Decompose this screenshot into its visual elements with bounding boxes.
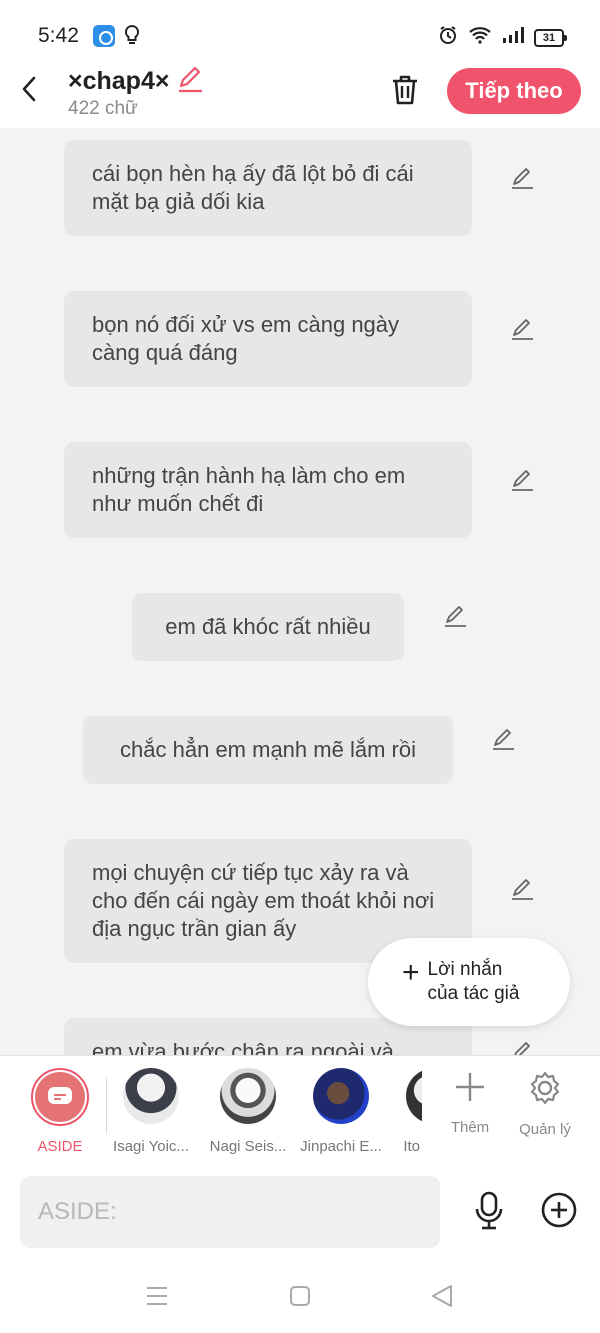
character-name: Jinpachi E...	[300, 1138, 382, 1155]
aside-avatar-ring	[31, 1068, 89, 1126]
message-bubble[interactable]: chắc hẳn em mạnh mẽ lắm rồi	[83, 716, 453, 784]
message-bubble[interactable]: em đã khóc rất nhiều	[132, 593, 404, 661]
home-square-icon	[290, 1286, 310, 1306]
edit-message-icon[interactable]	[508, 164, 536, 192]
avatar	[406, 1068, 422, 1124]
status-bar: 5:42 31	[0, 0, 600, 60]
edit-message-icon[interactable]	[508, 315, 536, 343]
bulb-icon	[124, 24, 140, 51]
message-input[interactable]	[20, 1176, 440, 1248]
microphone-icon	[475, 1191, 503, 1230]
back-triangle-icon	[432, 1285, 452, 1307]
add-attachment-button[interactable]	[540, 1191, 578, 1229]
status-icons: 31	[438, 25, 567, 50]
back-button[interactable]	[14, 72, 44, 106]
alarm-icon	[438, 25, 458, 50]
character-bar: ASIDE Isagi Yoic... Nagi Seis... Jinpach…	[0, 1055, 600, 1165]
status-time: 5:42	[38, 24, 79, 47]
add-character-button[interactable]: Thêm	[435, 1070, 505, 1136]
edit-message-icon[interactable]	[489, 725, 517, 753]
signal-icon	[502, 26, 524, 49]
edit-message-icon[interactable]	[441, 602, 469, 630]
menu-nav-button[interactable]	[144, 1283, 170, 1309]
edit-title-icon[interactable]	[175, 64, 205, 99]
manage-characters-button[interactable]: Quản lý	[510, 1070, 580, 1138]
back-arrow-icon	[22, 76, 36, 102]
author-note-button[interactable]: + Lời nhắn của tác giả	[368, 938, 570, 1026]
message-bubble[interactable]: bọn nó đối xử vs em càng ngày càng quá đ…	[64, 291, 472, 387]
message-bubble[interactable]: những trận hành hạ làm cho em như muốn c…	[64, 442, 472, 538]
avatar	[123, 1068, 179, 1124]
chapter-title: ×chap4×	[68, 67, 170, 95]
system-nav-bar	[0, 1257, 600, 1333]
character-name: Nagi Seis...	[209, 1138, 287, 1155]
chat-bubble-icon	[48, 1087, 72, 1104]
gear-icon	[530, 1071, 560, 1105]
character-jinpachi[interactable]: Jinpachi E...	[296, 1068, 386, 1155]
edit-message-icon[interactable]	[508, 466, 536, 494]
title-row: ×chap4×	[68, 64, 205, 99]
avatar	[313, 1068, 369, 1124]
plus-icon	[456, 1073, 484, 1101]
circle-plus-icon	[541, 1192, 577, 1228]
author-note-label: Lời nhắn của tác giả	[427, 959, 520, 1004]
character-isagi[interactable]: Isagi Yoic...	[106, 1068, 196, 1155]
add-label: Thêm	[450, 1119, 490, 1136]
menu-icon	[147, 1287, 167, 1305]
delete-button[interactable]	[387, 72, 423, 108]
word-count: 422 chữ	[68, 98, 138, 119]
character-nagi[interactable]: Nagi Seis...	[203, 1068, 293, 1155]
edit-message-icon[interactable]	[508, 1038, 536, 1055]
character-ito[interactable]: Ito	[380, 1068, 422, 1155]
message-bubble[interactable]: cái bọn hèn hạ ấy đã lột bỏ đi cái mặt b…	[64, 140, 472, 236]
chat-area[interactable]: cái bọn hèn hạ ấy đã lột bỏ đi cái mặt b…	[0, 128, 600, 1055]
next-button[interactable]: Tiếp theo	[447, 68, 581, 114]
composer	[0, 1165, 600, 1257]
battery-icon: 31	[534, 28, 567, 47]
aside-label: ASIDE	[37, 1138, 83, 1155]
manage-label: Quản lý	[519, 1121, 571, 1138]
edit-message-icon[interactable]	[508, 875, 536, 903]
back-nav-button[interactable]	[429, 1283, 455, 1309]
character-aside[interactable]: ASIDE	[15, 1068, 105, 1155]
avatar	[220, 1068, 276, 1124]
voice-input-button[interactable]	[470, 1189, 508, 1233]
aside-avatar	[35, 1072, 85, 1122]
character-name: Isagi Yoic...	[113, 1138, 189, 1155]
editor-header: ×chap4× 422 chữ Tiếp theo	[0, 60, 600, 128]
plus-icon: +	[402, 956, 420, 989]
trash-icon	[393, 75, 417, 105]
cloud-app-icon	[93, 25, 115, 47]
wifi-icon	[468, 26, 492, 49]
character-name: Ito	[403, 1138, 420, 1155]
home-nav-button[interactable]	[287, 1283, 313, 1309]
